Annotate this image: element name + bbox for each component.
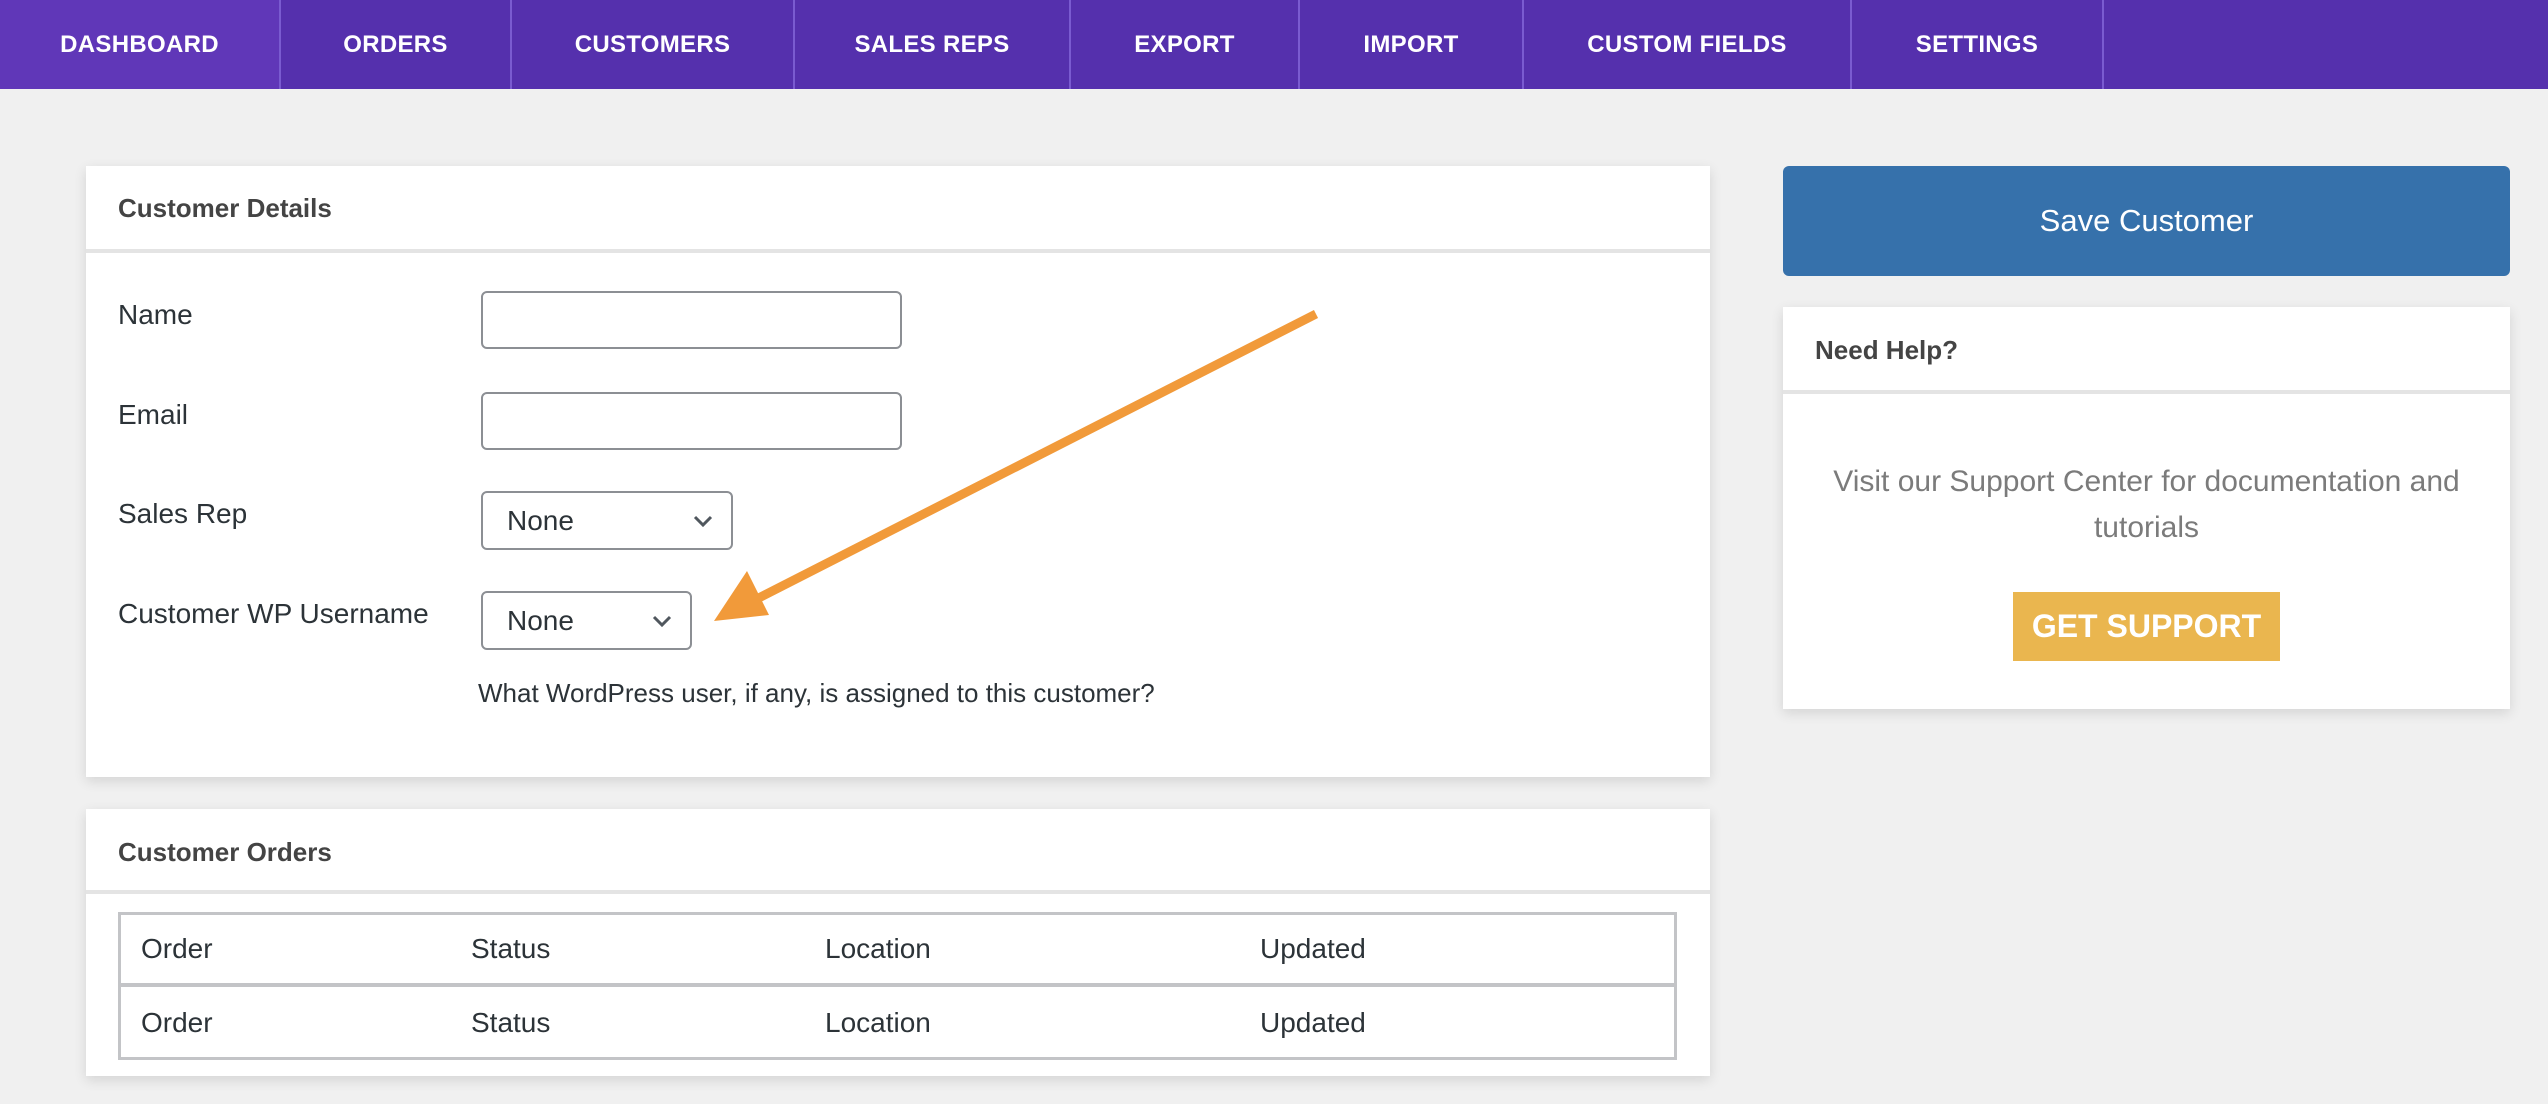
customer-details-card: Customer Details Name Email Sales Rep No…	[86, 166, 1710, 777]
nav-sales-reps[interactable]: SALES REPS	[795, 0, 1071, 89]
nav-export[interactable]: EXPORT	[1071, 0, 1300, 89]
card-title: Customer Details	[118, 193, 332, 223]
table-header-row: Order Status Location Updated	[121, 915, 1674, 987]
sales-rep-select[interactable]: None	[481, 491, 733, 550]
wp-username-selected: None	[507, 604, 574, 636]
save-customer-button[interactable]: Save Customer	[1783, 166, 2510, 276]
top-nav: DASHBOARD ORDERS CUSTOMERS SALES REPS EX…	[0, 0, 2548, 89]
email-input[interactable]	[481, 392, 902, 450]
column-header-order[interactable]: Order	[141, 933, 213, 965]
email-label: Email	[118, 399, 189, 430]
customer-orders-card: Customer Orders Order Status Location Up…	[86, 809, 1710, 1076]
column-header-location[interactable]: Location	[825, 933, 931, 965]
card-header: Customer Orders	[86, 809, 1710, 894]
card-header: Need Help?	[1783, 307, 2510, 394]
support-description: Visit our Support Center for documentati…	[1833, 465, 2460, 544]
table-cell-status: Status	[471, 1007, 551, 1038]
need-help-card: Need Help? Visit our Support Center for …	[1783, 307, 2510, 709]
sales-rep-selected: None	[507, 504, 574, 536]
card-title: Customer Orders	[118, 837, 332, 867]
nav-orders[interactable]: ORDERS	[281, 0, 512, 89]
nav-custom-fields[interactable]: CUSTOM FIELDS	[1524, 0, 1852, 89]
card-title: Need Help?	[1815, 335, 1959, 365]
wp-username-select[interactable]: None	[481, 591, 692, 650]
chevron-down-icon	[693, 515, 713, 528]
nav-dashboard[interactable]: DASHBOARD	[0, 0, 281, 89]
table-cell-order: Order	[141, 1007, 213, 1038]
sales-rep-label: Sales Rep	[118, 498, 248, 529]
nav-settings[interactable]: SETTINGS	[1852, 0, 2104, 89]
name-input[interactable]	[481, 291, 902, 349]
chevron-down-icon	[652, 615, 672, 628]
table-cell-updated: Updated	[1260, 1007, 1366, 1038]
wp-username-help-text: What WordPress user, if any, is assigned…	[478, 678, 1155, 708]
card-header: Customer Details	[86, 166, 1710, 253]
get-support-button[interactable]: GET SUPPORT	[2013, 592, 2280, 661]
nav-import[interactable]: IMPORT	[1300, 0, 1524, 89]
table-cell-location: Location	[825, 1007, 931, 1038]
table-row: Order Status Location Updated	[121, 989, 1674, 1061]
nav-customers[interactable]: CUSTOMERS	[512, 0, 795, 89]
orders-table: Order Status Location Updated Order Stat…	[118, 912, 1677, 1060]
name-label: Name	[118, 299, 193, 330]
column-header-status[interactable]: Status	[471, 933, 550, 965]
column-header-updated[interactable]: Updated	[1260, 933, 1366, 965]
wp-username-label: Customer WP Username	[118, 598, 429, 629]
